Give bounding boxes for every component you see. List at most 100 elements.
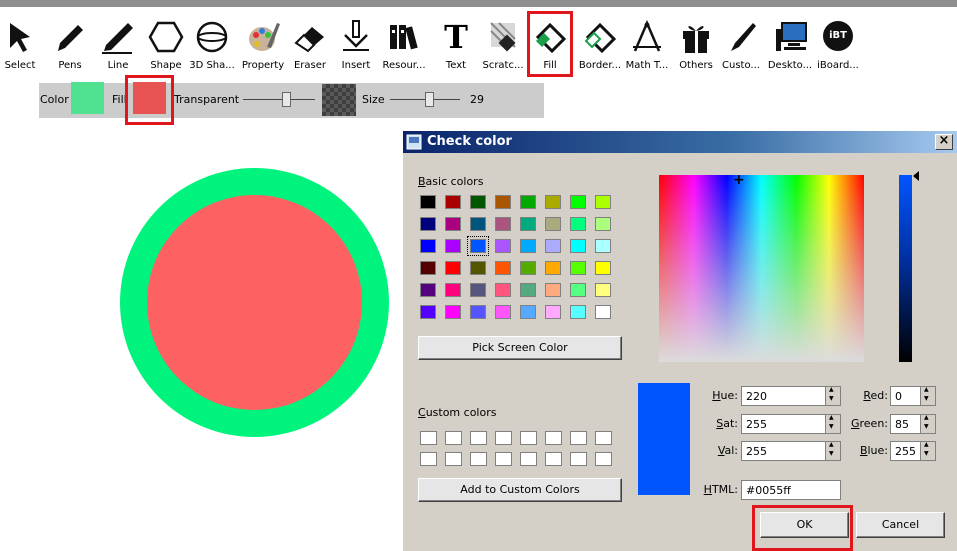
custom-color-slot[interactable] <box>595 452 612 466</box>
green-input[interactable]: 85 <box>890 414 936 434</box>
val-spinner[interactable] <box>825 441 840 460</box>
basic-color-swatch[interactable] <box>545 305 561 319</box>
color-swatch[interactable] <box>71 82 104 114</box>
size-slider[interactable] <box>390 91 460 109</box>
tool-desktop[interactable]: Deskto... <box>766 7 814 77</box>
luminance-marker[interactable] <box>913 171 919 181</box>
basic-color-swatch[interactable] <box>445 217 461 231</box>
basic-color-swatch[interactable] <box>570 261 586 275</box>
tool-scratch[interactable]: Scratc... <box>480 7 526 77</box>
custom-color-slot[interactable] <box>545 431 562 445</box>
tool-custom[interactable]: Custo... <box>718 7 764 77</box>
basic-color-swatch[interactable] <box>595 217 611 231</box>
basic-color-swatch[interactable] <box>595 283 611 297</box>
sat-input[interactable]: 255 <box>741 414 841 434</box>
basic-color-swatch[interactable] <box>520 239 536 253</box>
basic-color-swatch[interactable] <box>420 195 436 209</box>
custom-color-slot[interactable] <box>545 452 562 466</box>
tool-others[interactable]: Others <box>674 7 718 77</box>
basic-color-swatch[interactable] <box>545 261 561 275</box>
basic-color-swatch[interactable] <box>570 305 586 319</box>
transparent-slider[interactable] <box>243 91 315 109</box>
basic-color-swatch[interactable] <box>470 305 486 319</box>
basic-color-swatch[interactable] <box>520 217 536 231</box>
basic-color-swatch[interactable] <box>495 305 511 319</box>
basic-color-swatch[interactable] <box>595 305 611 319</box>
basic-color-swatch[interactable] <box>420 283 436 297</box>
tool-select[interactable]: Select <box>0 7 40 77</box>
green-spinner[interactable] <box>920 414 935 433</box>
custom-color-slot[interactable] <box>470 431 487 445</box>
tool-property[interactable]: Property <box>240 7 286 77</box>
basic-color-swatch[interactable] <box>545 217 561 231</box>
basic-color-swatch[interactable] <box>570 195 586 209</box>
basic-color-swatch[interactable] <box>470 217 486 231</box>
blue-spinner[interactable] <box>920 441 935 460</box>
luminance-bar[interactable] <box>899 175 912 362</box>
blue-input[interactable]: 255 <box>890 441 936 461</box>
basic-color-swatch[interactable] <box>545 195 561 209</box>
basic-color-swatch[interactable] <box>595 261 611 275</box>
custom-color-slot[interactable] <box>470 452 487 466</box>
basic-color-swatch[interactable] <box>467 236 489 256</box>
custom-color-slot[interactable] <box>595 431 612 445</box>
hue-input[interactable]: 220 <box>741 386 841 406</box>
basic-color-swatch[interactable] <box>595 195 611 209</box>
sat-spinner[interactable] <box>825 414 840 433</box>
basic-color-swatch[interactable] <box>470 283 486 297</box>
basic-color-swatch[interactable] <box>520 283 536 297</box>
html-input[interactable]: #0055ff <box>741 480 841 500</box>
custom-color-slot[interactable] <box>570 431 587 445</box>
basic-color-swatch[interactable] <box>520 305 536 319</box>
val-input[interactable]: 255 <box>741 441 841 461</box>
basic-color-swatch[interactable] <box>495 283 511 297</box>
custom-color-slot[interactable] <box>445 452 462 466</box>
basic-color-swatch[interactable] <box>420 261 436 275</box>
basic-color-swatch[interactable] <box>495 261 511 275</box>
basic-color-swatch[interactable] <box>445 283 461 297</box>
hue-spinner[interactable] <box>825 386 840 405</box>
tool-3d-shape[interactable]: 3D Sha... <box>186 7 238 77</box>
red-input[interactable]: 0 <box>890 386 936 406</box>
custom-color-slot[interactable] <box>445 431 462 445</box>
tool-resources[interactable]: Resour... <box>380 7 428 77</box>
basic-color-swatch[interactable] <box>445 195 461 209</box>
cancel-button[interactable]: Cancel <box>856 512 945 538</box>
basic-color-swatch[interactable] <box>470 195 486 209</box>
basic-color-swatch[interactable] <box>570 283 586 297</box>
basic-color-swatch[interactable] <box>595 239 611 253</box>
basic-color-swatch[interactable] <box>570 239 586 253</box>
circle-shape[interactable] <box>120 168 389 437</box>
basic-color-swatch[interactable] <box>495 217 511 231</box>
tool-eraser[interactable]: Eraser <box>288 7 332 77</box>
basic-color-swatch[interactable] <box>470 261 486 275</box>
tool-pens[interactable]: Pens <box>50 7 90 77</box>
custom-color-slot[interactable] <box>520 431 537 445</box>
basic-color-swatch[interactable] <box>520 261 536 275</box>
basic-color-swatch[interactable] <box>495 195 511 209</box>
basic-color-swatch[interactable] <box>420 305 436 319</box>
custom-color-slot[interactable] <box>420 452 437 466</box>
red-spinner[interactable] <box>920 386 935 405</box>
basic-color-swatch[interactable] <box>445 305 461 319</box>
close-button[interactable]: × <box>935 134 953 150</box>
custom-color-slot[interactable] <box>570 452 587 466</box>
custom-color-slot[interactable] <box>495 452 512 466</box>
add-to-custom-colors-button[interactable]: Add to Custom Colors <box>418 478 622 502</box>
basic-color-swatch[interactable] <box>445 239 461 253</box>
basic-color-swatch[interactable] <box>545 239 561 253</box>
custom-color-slot[interactable] <box>420 431 437 445</box>
custom-color-slot[interactable] <box>495 431 512 445</box>
basic-color-swatch[interactable] <box>495 239 511 253</box>
tool-math[interactable]: Math T... <box>624 7 670 77</box>
color-spectrum[interactable] <box>659 175 864 362</box>
basic-color-swatch[interactable] <box>420 217 436 231</box>
tool-insert[interactable]: Insert <box>336 7 376 77</box>
tool-shape[interactable]: Shape <box>146 7 186 77</box>
basic-color-swatch[interactable] <box>545 283 561 297</box>
custom-color-slot[interactable] <box>520 452 537 466</box>
tool-text[interactable]: T Text <box>436 7 476 77</box>
tool-iboard[interactable]: iBT iBoard... <box>814 7 862 77</box>
pick-screen-color-button[interactable]: Pick Screen Color <box>418 336 622 360</box>
basic-color-swatch[interactable] <box>445 261 461 275</box>
